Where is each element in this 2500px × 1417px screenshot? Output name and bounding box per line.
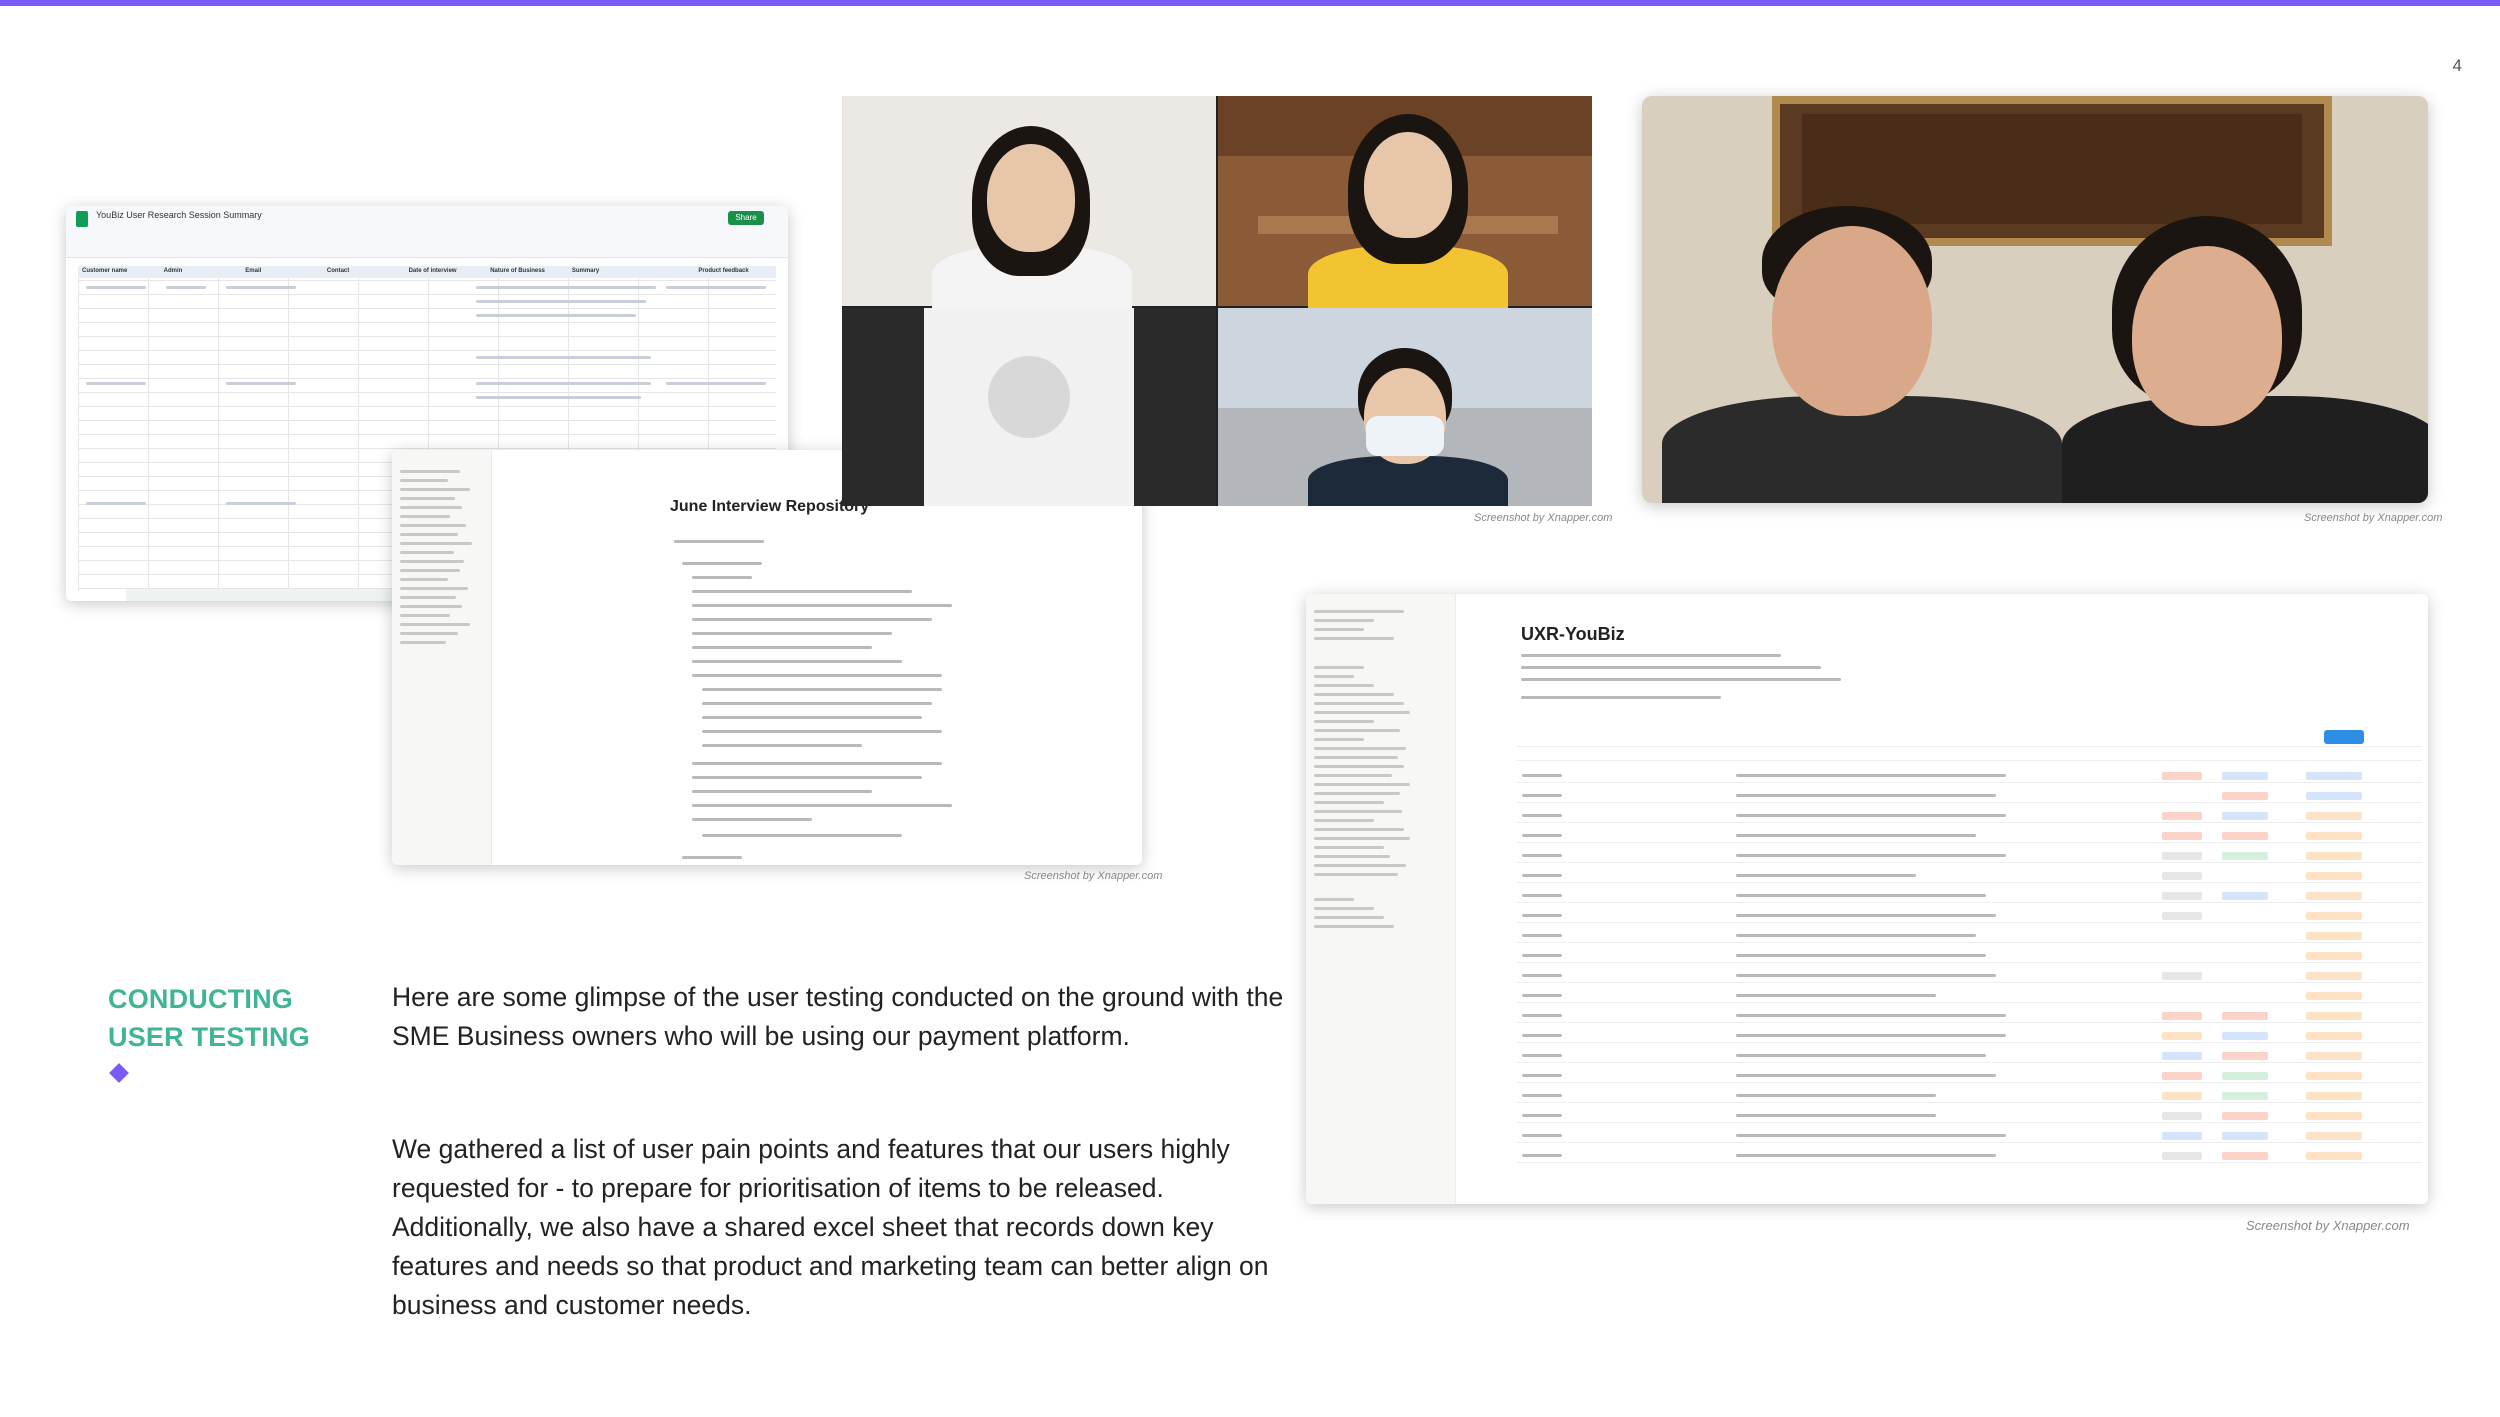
cell-text (86, 382, 146, 385)
cell-text (86, 502, 146, 505)
cell-text (226, 286, 296, 289)
repository-title: June Interview Repository (670, 498, 870, 515)
sheets-logo-icon (76, 211, 88, 227)
video-call-screenshot (842, 96, 1592, 506)
column-header: Product feedback (698, 268, 749, 274)
cell-text (476, 286, 656, 289)
cell-text (666, 382, 766, 385)
spreadsheet-toolbar: YouBiz User Research Session Summary Sha… (66, 206, 788, 258)
section-title-line: USER TESTING (108, 1022, 310, 1052)
new-button (2324, 730, 2364, 744)
section-title-line: CONDUCTING (108, 984, 293, 1014)
column-header: Admin (163, 268, 183, 274)
section-title: CONDUCTING USER TESTING (108, 980, 310, 1056)
participant-tile (842, 308, 1216, 506)
column-header: Email (245, 268, 262, 274)
database-title: UXR-YouBiz (1521, 624, 1625, 644)
face-mask (1366, 416, 1444, 456)
repository-screenshot: June Interview Repository (392, 450, 1142, 865)
cell-text (476, 314, 636, 317)
video-pair-credit: Screenshot by Xnapper.com (2304, 512, 2443, 524)
column-header: Contact (326, 268, 350, 274)
cell-text (226, 382, 296, 385)
cell-text (476, 300, 646, 303)
cell-text (226, 502, 296, 505)
repository-credit: Screenshot by Xnapper.com (1024, 870, 1163, 882)
cell-text (476, 356, 651, 359)
cell-text (476, 382, 651, 385)
cell-text (86, 286, 146, 289)
video-pair-screenshot (1642, 96, 2428, 503)
video-call-credit: Screenshot by Xnapper.com (1474, 512, 1613, 524)
cell-text (476, 396, 641, 399)
participant-tile (1218, 96, 1592, 316)
column-header: Date of interview (408, 268, 457, 274)
cell-text (166, 286, 206, 289)
intro-paragraph: Here are some glimpse of the user testin… (392, 982, 1284, 1051)
spreadsheet-title: YouBiz User Research Session Summary (96, 210, 262, 220)
top-accent-bar (0, 0, 2500, 6)
share-button: Share (728, 211, 764, 225)
page-number: 4 (2452, 56, 2462, 75)
diamond-icon (109, 1063, 129, 1083)
details-paragraph: We gathered a list of user pain points a… (392, 1134, 1269, 1320)
avatar (988, 356, 1070, 438)
cell-text (666, 286, 766, 289)
participant-tile (842, 96, 1216, 316)
database-credit: Screenshot by Xnapper.com (2246, 1218, 2410, 1233)
participant-tile (1218, 308, 1592, 506)
column-header: Summary (571, 268, 600, 274)
database-screenshot: UXR-YouBiz (1306, 594, 2428, 1204)
column-header: Nature of Business (490, 268, 545, 274)
column-header: Customer name (82, 268, 128, 274)
spreadsheet-header-row: Customer name Admin Email Contact Date o… (78, 266, 776, 278)
notion-sidebar (1306, 594, 1456, 1204)
notion-sidebar (392, 450, 492, 865)
